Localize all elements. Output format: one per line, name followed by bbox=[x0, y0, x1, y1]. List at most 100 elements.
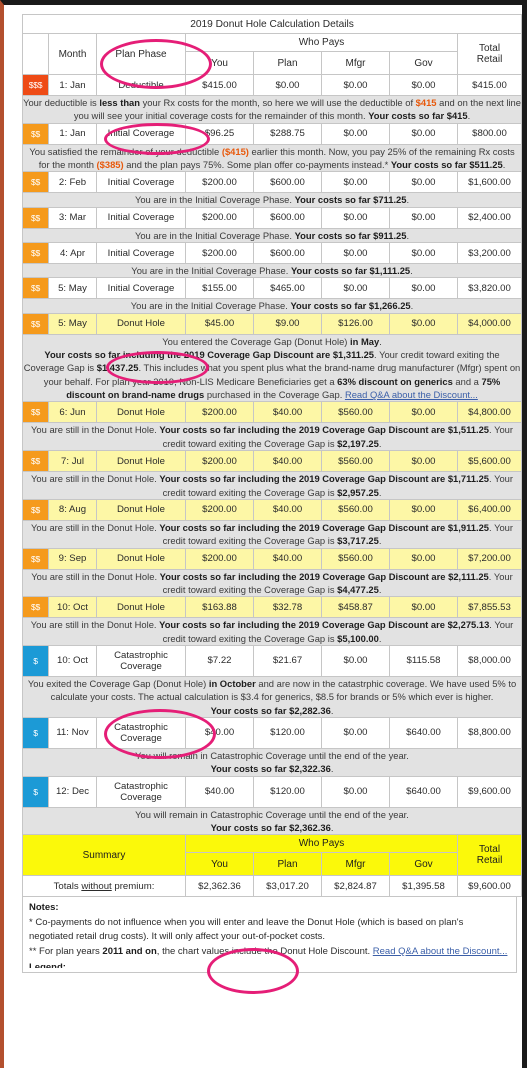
table-note-row: You are in the Initial Coverage Phase. Y… bbox=[21, 192, 522, 208]
legend-heading: Legend: bbox=[29, 962, 66, 969]
table-row: $$ 5: May Initial Coverage $155.00 $465.00 $0… bbox=[22, 277, 522, 300]
row-explanation: Your deductible is less than your Rx cos… bbox=[21, 95, 522, 124]
row-month: 5: May bbox=[48, 312, 97, 335]
table-title-row: 2019 Donut Hole Calculation Details bbox=[21, 14, 522, 34]
totals-row: Totals without premium: $2,362.36 $3,017.2… bbox=[22, 875, 522, 898]
row-plan-phase: Donut Hole bbox=[96, 401, 186, 424]
row-plan-amount: $120.00 bbox=[253, 775, 322, 808]
row-total-retail-amount: $7,855.53 bbox=[456, 596, 522, 619]
row-plan-amount: $465.00 bbox=[253, 277, 322, 300]
row-plan-amount: $40.00 bbox=[253, 547, 322, 570]
row-total-retail-amount: $9,600.00 bbox=[456, 775, 522, 808]
row-plan-amount: $600.00 bbox=[253, 171, 322, 194]
cost-level-badge: $$ bbox=[22, 596, 49, 619]
table-row: $$ 2: Feb Initial Coverage $200.00 $600.00 $0… bbox=[22, 171, 522, 194]
row-plan-phase: Initial Coverage bbox=[96, 122, 186, 145]
header-row-group: Month Plan Phase Who Pays Total Retail bbox=[22, 33, 522, 75]
row-you-amount: $163.88 bbox=[185, 596, 254, 619]
row-plan-amount: $120.00 bbox=[253, 716, 322, 749]
row-you-amount: $200.00 bbox=[185, 498, 254, 521]
row-total-retail-amount: $800.00 bbox=[456, 122, 522, 145]
row-mfgr-amount: $0.00 bbox=[321, 277, 390, 300]
donut-hole-detail-sheet: 2019 Donut Hole Calculation Details Month… bbox=[21, 14, 522, 974]
header-mfgr: Mfgr bbox=[321, 51, 390, 75]
table-row: $$ 3: Mar Initial Coverage $200.00 $600.00 $0… bbox=[22, 206, 522, 229]
row-explanation: You are still in the Donut Hole. Your co… bbox=[21, 471, 522, 500]
totals-plan: $3,017.20 bbox=[253, 875, 322, 898]
table-note-row: You are still in the Donut Hole. Your co… bbox=[21, 617, 522, 646]
row-mfgr-amount: $0.00 bbox=[321, 644, 390, 677]
row-month: 1: Jan bbox=[48, 74, 97, 96]
table-row: $12: Dec Catastrophic Coverage $40.00 $120.… bbox=[22, 775, 522, 808]
row-gov-amount: $640.00 bbox=[389, 716, 458, 749]
row-plan-phase: Catastrophic Coverage bbox=[96, 716, 186, 749]
cost-level-badge: $ bbox=[22, 775, 49, 808]
totals-label-pre: Totals bbox=[53, 880, 82, 892]
row-month: 5: May bbox=[48, 277, 97, 300]
row-you-amount: $155.00 bbox=[185, 277, 254, 300]
table-row: $$$ 1: Jan Deductible $415.00 $0.00 $0.00 $0.0… bbox=[22, 74, 522, 96]
row-month: 8: Aug bbox=[48, 498, 97, 521]
row-plan-amount: $21.67 bbox=[253, 644, 322, 677]
table-note-row: You will remain in Catastrophic Coverage… bbox=[21, 806, 522, 836]
page-title: 2019 Donut Hole Calculation Details bbox=[21, 14, 522, 34]
row-month: 4: Apr bbox=[48, 242, 97, 265]
row-mfgr-amount: $0.00 bbox=[321, 171, 390, 194]
table-row: $$ 4: Apr Initial Coverage $200.00 $600.00 $0… bbox=[22, 242, 522, 265]
row-plan-phase: Initial Coverage bbox=[96, 277, 186, 300]
row-plan-amount: $40.00 bbox=[253, 401, 322, 424]
row-mfgr-amount: $0.00 bbox=[321, 716, 390, 749]
summary-you: You bbox=[185, 852, 254, 877]
row-plan-phase: Initial Coverage bbox=[96, 171, 186, 194]
table-note-row: You are still in the Donut Hole. Your co… bbox=[21, 519, 522, 549]
row-plan-phase: Donut Hole bbox=[96, 312, 186, 335]
row-explanation: You are in the Initial Coverage Phase. Y… bbox=[21, 298, 522, 314]
row-gov-amount: $0.00 bbox=[389, 401, 458, 424]
page-frame: 2019 Donut Hole Calculation Details Month… bbox=[0, 0, 527, 1068]
row-explanation: You exited the Coverage Gap (Donut Hole)… bbox=[21, 675, 522, 718]
row-month: 12: Dec bbox=[48, 775, 97, 808]
row-explanation: You are still in the Donut Hole. Your co… bbox=[21, 617, 522, 646]
table-row: $$ 7: Jul Donut Hole $200.00 $40.00 $560.00 $0… bbox=[22, 450, 522, 473]
cost-level-badge: $$$ bbox=[22, 74, 49, 96]
note-discount: ** For plan years 2011 and on, the chart… bbox=[29, 945, 510, 959]
row-explanation: You are in the Initial Coverage Phase. Y… bbox=[21, 263, 522, 279]
table-note-row: You are in the Initial Coverage Phase. Y… bbox=[21, 298, 522, 314]
row-plan-phase: Donut Hole bbox=[96, 596, 186, 619]
totals-mfgr: $2,824.87 bbox=[321, 875, 390, 898]
row-total-retail-amount: $6,400.00 bbox=[456, 498, 522, 521]
row-plan-amount: $288.75 bbox=[253, 122, 322, 145]
row-gov-amount: $0.00 bbox=[389, 122, 458, 145]
table-note-row: You are still in the Donut Hole. Your co… bbox=[21, 422, 522, 452]
summary-total-retail-line1: Total bbox=[478, 844, 501, 856]
header-total-retail-line2: Retail bbox=[476, 54, 503, 65]
totals-label: Totals without premium: bbox=[22, 875, 186, 898]
cost-level-badge: $$ bbox=[22, 312, 49, 335]
row-you-amount: $96.25 bbox=[185, 122, 254, 145]
row-explanation: You are in the Initial Coverage Phase. Y… bbox=[21, 192, 522, 208]
row-you-amount: $200.00 bbox=[185, 242, 254, 265]
row-gov-amount: $0.00 bbox=[389, 171, 458, 194]
cost-level-badge: $$ bbox=[22, 450, 49, 473]
row-total-retail-amount: $2,400.00 bbox=[456, 206, 522, 229]
header-badge-col bbox=[22, 33, 49, 75]
row-plan-amount: $9.00 bbox=[253, 312, 322, 335]
row-plan-amount: $0.00 bbox=[253, 74, 322, 96]
row-total-retail-amount: $1,600.00 bbox=[456, 171, 522, 194]
row-plan-amount: $600.00 bbox=[253, 206, 322, 229]
row-you-amount: $200.00 bbox=[185, 171, 254, 194]
totals-label-without: without bbox=[81, 880, 112, 892]
table-row: $$ 1: Jan Initial Coverage $96.25 $288.75 $0.… bbox=[22, 122, 522, 145]
row-you-amount: $200.00 bbox=[185, 450, 254, 473]
row-explanation: You satisfied the remainder of your dedu… bbox=[21, 143, 522, 173]
row-you-amount: $7.22 bbox=[185, 644, 254, 677]
read-qa-discount-link-notes[interactable]: Read Q&A about the Discount... bbox=[373, 946, 508, 957]
table-note-row: You will remain in Catastrophic Coverage… bbox=[21, 747, 522, 777]
row-month: 1: Jan bbox=[48, 122, 97, 145]
cost-level-badge: $$ bbox=[22, 242, 49, 265]
row-month: 9: Sep bbox=[48, 547, 97, 570]
notes-box: Notes: * Co-payments do not influence wh… bbox=[22, 897, 517, 974]
header-who-pays: Who Pays bbox=[185, 33, 458, 52]
row-mfgr-amount: $126.00 bbox=[321, 312, 390, 335]
row-plan-phase: Donut Hole bbox=[96, 498, 186, 521]
